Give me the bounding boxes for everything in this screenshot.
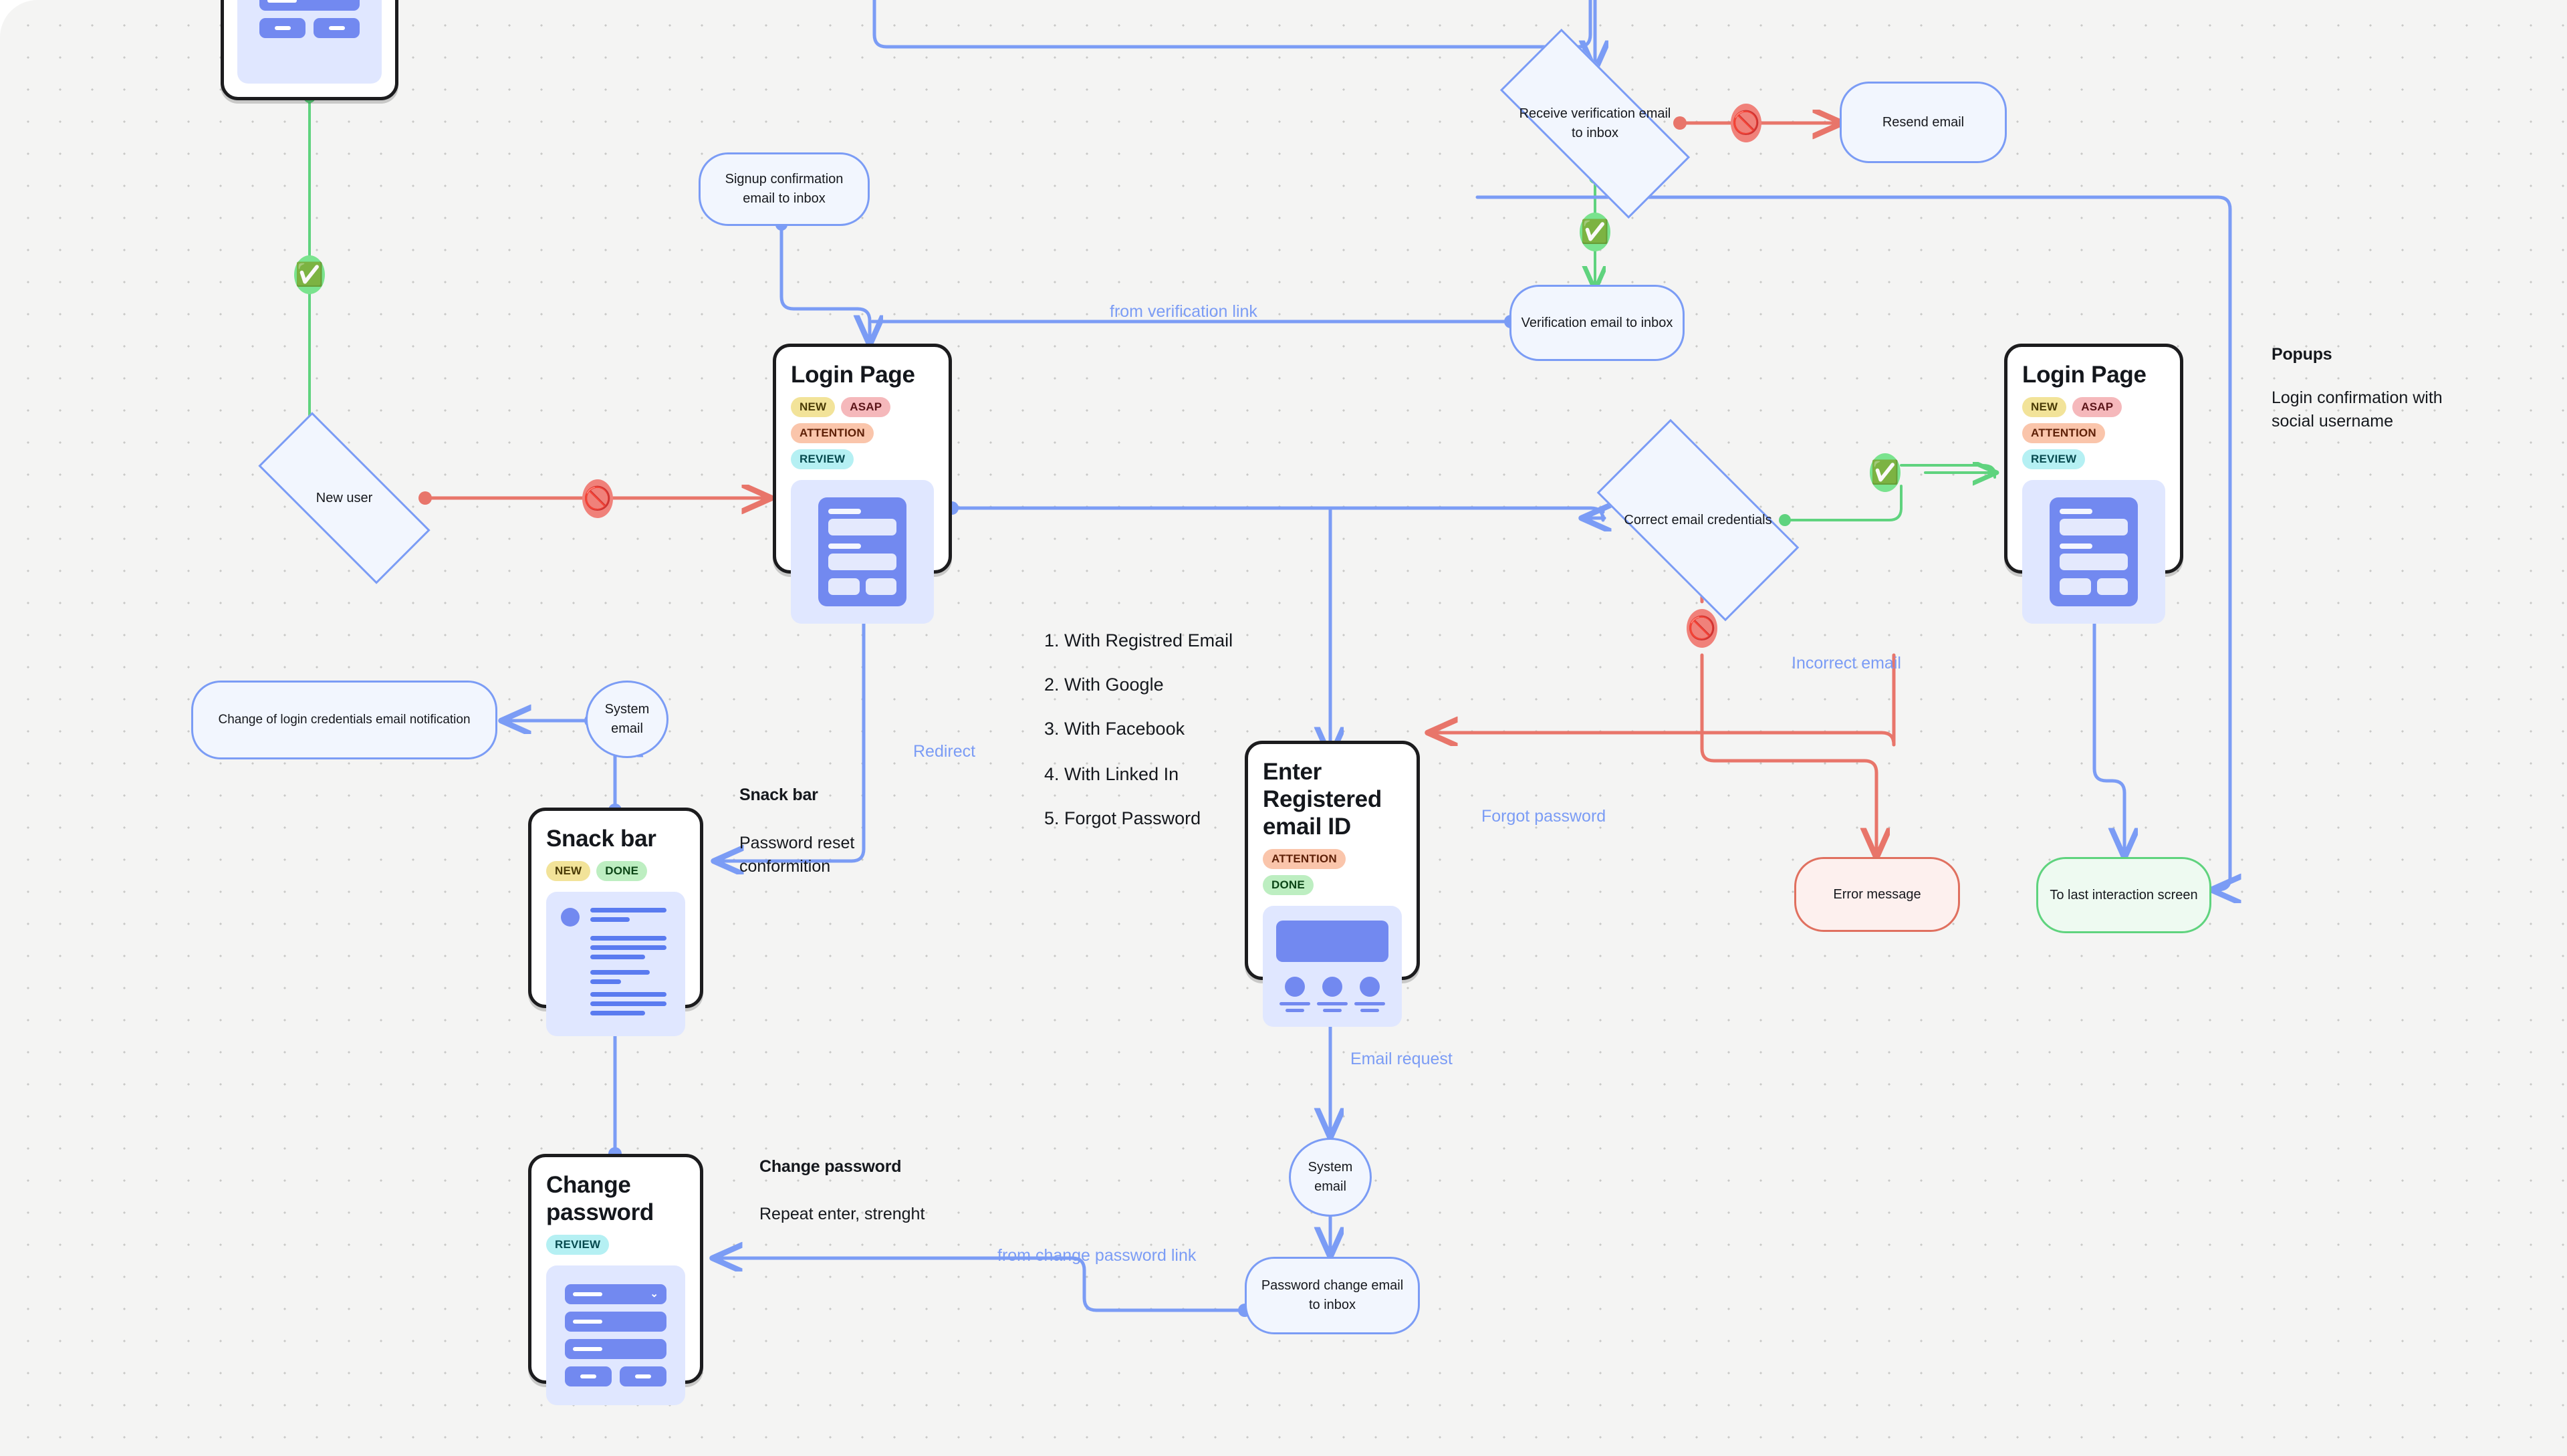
no-entry-icon: 🚫 xyxy=(1731,110,1761,136)
edge-label-email-request: Email request xyxy=(1350,1050,1453,1068)
node-label: Signup confirmation email to inbox xyxy=(725,172,844,206)
card-snack-bar[interactable]: Snack bar NEW DONE xyxy=(528,808,703,1036)
email-input-field xyxy=(1276,920,1388,962)
tag-new: NEW xyxy=(546,860,591,881)
tag-list: NEW ASAP ATTENTION REVIEW xyxy=(791,396,934,469)
check-icon: ✅ xyxy=(1870,460,1900,485)
node-label: Error message xyxy=(1833,886,1921,902)
tag-list: ATTENTION DONE xyxy=(1263,848,1402,895)
note-body-change-password: Repeat enter, strenght xyxy=(759,1205,925,1223)
card-title: Change password xyxy=(546,1172,654,1225)
edge-label-incorrect-email: Incorrect email xyxy=(1792,654,1901,673)
tag-attention: ATTENTION xyxy=(2022,422,2105,443)
check-icon: ✅ xyxy=(295,262,324,287)
node-label: Receive verification email to inbox xyxy=(1519,106,1671,140)
check-icon: ✅ xyxy=(1580,219,1610,245)
card-title: Enter Registered email ID xyxy=(1263,759,1382,840)
note-body-popups: Login confirmation with social username xyxy=(2272,388,2443,431)
edge-label-forgot-password: Forgot password xyxy=(1481,807,1606,826)
gate-deny-credentials[interactable]: 🚫 xyxy=(1687,609,1717,648)
tag-attention: ATTENTION xyxy=(1263,848,1346,869)
card-preview xyxy=(546,891,685,1036)
chevron-down-icon: ⌄ xyxy=(650,1288,658,1300)
tag-new: NEW xyxy=(791,396,836,417)
tag-list: NEW DONE xyxy=(546,860,685,881)
card-title: Login Page xyxy=(2022,362,2147,388)
node-label: To last interaction screen xyxy=(2050,887,2198,902)
node-label: Password change email to inbox xyxy=(1261,1278,1404,1312)
node-password-change-email[interactable]: Password change email to inbox xyxy=(1245,1257,1420,1334)
node-label: System email xyxy=(604,702,650,736)
card-title: Snack bar xyxy=(546,826,656,852)
node-label: Change of login credentials email notifi… xyxy=(218,713,471,727)
node-change-of-login-credentials[interactable]: Change of login credentials email notifi… xyxy=(191,681,497,759)
login-form-glyph xyxy=(818,497,906,606)
gate-deny-verification[interactable]: 🚫 xyxy=(1731,104,1761,142)
card-preview xyxy=(791,479,934,624)
card-preview xyxy=(1263,905,1402,1027)
gate-allow-signup[interactable]: ✅ xyxy=(294,255,325,294)
gate-allow-verification[interactable]: ✅ xyxy=(1580,213,1610,251)
card-change-password[interactable]: Change password REVIEW ⌄ xyxy=(528,1154,703,1405)
node-to-last-interaction-screen[interactable]: To last interaction screen xyxy=(2036,857,2211,933)
note-heading-popups: Popups xyxy=(2272,345,2332,364)
node-new-user[interactable]: New user xyxy=(258,412,431,584)
node-label: Correct email credentials xyxy=(1624,512,1772,527)
email-entry-glyph xyxy=(1269,918,1395,1015)
node-label: New user xyxy=(316,490,373,505)
no-entry-icon: 🚫 xyxy=(583,486,612,511)
card-login-page-right[interactable]: Login Page NEW ASAP ATTENTION REVIEW xyxy=(2004,344,2183,624)
password-form-glyph: ⌄ xyxy=(565,1284,666,1386)
login-form-glyph xyxy=(2050,497,2138,606)
node-receive-verification-email[interactable]: Receive verification email to inbox xyxy=(1499,28,1691,219)
node-verification-email-to-inbox[interactable]: Verification email to inbox xyxy=(1509,285,1685,361)
tag-done: DONE xyxy=(596,860,648,881)
card-enter-registered-email[interactable]: Enter Registered email ID ATTENTION DONE xyxy=(1245,741,1420,1027)
gate-deny-new-user[interactable]: 🚫 xyxy=(582,479,613,518)
note-body-snack-bar: Password reset conformition xyxy=(739,834,855,876)
card-preview: ⌄ xyxy=(237,0,382,84)
node-error-message[interactable]: Error message xyxy=(1794,857,1960,932)
node-label: Resend email xyxy=(1882,114,1965,130)
login-option-1: 1. With Registred Email xyxy=(1044,630,1233,650)
tag-asap: ASAP xyxy=(2072,396,2122,417)
card-preview: ⌄ xyxy=(546,1265,685,1405)
login-option-4: 4. With Linked In xyxy=(1044,764,1179,784)
tag-review: REVIEW xyxy=(791,449,854,469)
tag-attention: ATTENTION xyxy=(791,422,874,443)
avatar-dot xyxy=(561,907,580,927)
login-option-5: 5. Forgot Password xyxy=(1044,808,1201,828)
tag-list: NEW ASAP ATTENTION REVIEW xyxy=(2022,396,2165,469)
node-resend-email[interactable]: Resend email xyxy=(1840,82,2007,163)
card-login-page-left[interactable]: Login Page NEW ASAP ATTENTION REVIEW xyxy=(773,344,952,624)
edge-label-from-verification-link: from verification link xyxy=(1110,302,1257,321)
login-option-3: 3. With Facebook xyxy=(1044,719,1185,739)
card-preview xyxy=(2022,479,2165,624)
node-correct-email-credentials[interactable]: Correct email credentials xyxy=(1596,418,1800,622)
snackbar-glyph xyxy=(553,904,679,1024)
card-title: Login Page xyxy=(791,362,915,388)
tag-review: REVIEW xyxy=(2022,449,2086,469)
flowchart-canvas[interactable]: ✅ 🚫 🚫 ✅ ✅ 🚫 Signup confirmation email to… xyxy=(0,0,2567,1456)
note-heading-change-password: Change password xyxy=(759,1157,902,1176)
node-label: System email xyxy=(1308,1160,1353,1194)
tag-asap: ASAP xyxy=(841,396,891,417)
tag-done: DONE xyxy=(1263,874,1314,895)
edge-label-redirect: Redirect xyxy=(913,742,976,761)
gate-allow-credentials[interactable]: ✅ xyxy=(1870,453,1901,492)
signup-form-glyph: ⌄ xyxy=(259,0,360,38)
node-signup-confirmation-email[interactable]: Signup confirmation email to inbox xyxy=(699,152,870,226)
node-system-email-bottom[interactable]: System email xyxy=(1289,1138,1372,1217)
note-heading-snack-bar: Snack bar xyxy=(739,785,818,804)
node-system-email-top[interactable]: System email xyxy=(586,681,668,758)
login-option-2: 2. With Google xyxy=(1044,675,1164,695)
no-entry-icon: 🚫 xyxy=(1687,616,1717,641)
tag-new: NEW xyxy=(2022,396,2067,417)
card-signup-form[interactable]: ⌄ xyxy=(221,0,398,100)
edge-label-from-change-password-link: from change password link xyxy=(997,1246,1197,1265)
node-label: Verification email to inbox xyxy=(1521,315,1673,330)
tag-list: REVIEW xyxy=(546,1234,685,1255)
tag-review: REVIEW xyxy=(546,1234,610,1255)
